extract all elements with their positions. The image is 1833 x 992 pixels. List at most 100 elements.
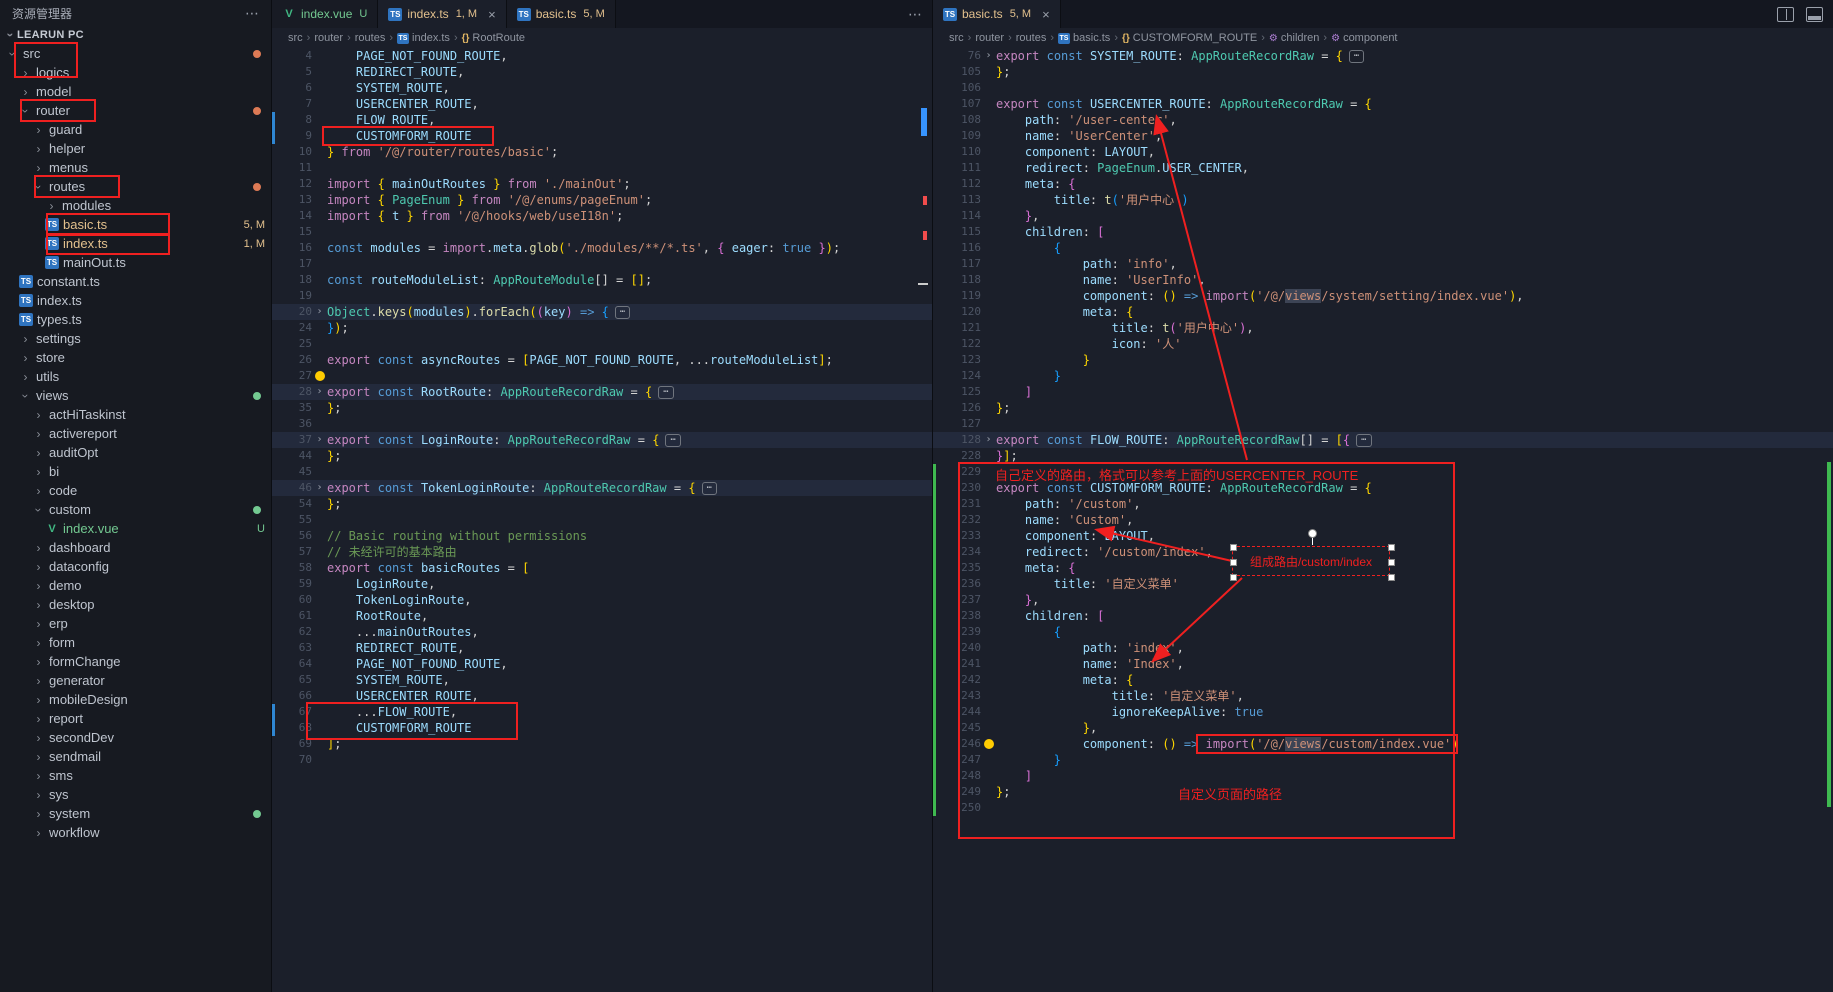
tree-item-report[interactable]: ›report <box>0 709 271 728</box>
code-text: export const USERCENTER_ROUTE: AppRouteR… <box>996 96 1833 112</box>
tree-item-constant.ts[interactable]: TSconstant.ts <box>0 272 271 291</box>
code-line: 61 RootRoute, <box>272 608 932 624</box>
breadcrumb-item-children[interactable]: ⚙children <box>1269 32 1320 44</box>
tree-item-logics[interactable]: ›logics <box>0 63 271 82</box>
folded-code-dots[interactable]: ⋯ <box>1356 434 1371 447</box>
close-icon[interactable]: × <box>1042 7 1050 22</box>
breadcrumb-item-component[interactable]: ⚙component <box>1331 32 1397 44</box>
tree-item-form[interactable]: ›form <box>0 633 271 652</box>
fold-icon[interactable]: › <box>981 432 996 448</box>
fold-icon[interactable]: › <box>312 304 327 320</box>
gutter-spacer <box>312 752 327 768</box>
tree-item-code[interactable]: ›code <box>0 481 271 500</box>
tree-item-basic.ts[interactable]: TSbasic.ts5, M <box>0 215 271 234</box>
breadcrumb-item-index.ts[interactable]: TSindex.ts <box>397 32 450 44</box>
tree-item-activereport[interactable]: ›activereport <box>0 424 271 443</box>
tree-item-label: store <box>36 350 65 365</box>
tree-item-index.vue[interactable]: Vindex.vueU <box>0 519 271 538</box>
gutter-spacer <box>981 304 996 320</box>
split-editor-icon[interactable] <box>1777 7 1794 22</box>
tree-item-formChange[interactable]: ›formChange <box>0 652 271 671</box>
gutter-spacer <box>981 672 996 688</box>
tree-item-erp[interactable]: ›erp <box>0 614 271 633</box>
breadcrumb-item-routes[interactable]: routes <box>1016 32 1047 44</box>
breadcrumb-item-src[interactable]: src <box>949 32 964 44</box>
tab-basic.ts[interactable]: TSbasic.ts5, M× <box>933 0 1061 28</box>
tree-item-bi[interactable]: ›bi <box>0 462 271 481</box>
tree-item-menus[interactable]: ›menus <box>0 158 271 177</box>
tree-item-src[interactable]: ›src <box>0 44 271 63</box>
line-number: 63 <box>278 640 312 656</box>
chevron-collapsed-icon: › <box>32 788 45 802</box>
tree-item-index.ts[interactable]: TSindex.ts <box>0 291 271 310</box>
close-icon[interactable]: × <box>488 7 496 22</box>
tree-item-routes[interactable]: ›routes <box>0 177 271 196</box>
breadcrumb-label: routes <box>1016 32 1047 44</box>
tree-item-custom[interactable]: ›custom <box>0 500 271 519</box>
code-line: 10} from '/@/router/routes/basic'; <box>272 144 932 160</box>
breadcrumb-item-router[interactable]: router <box>975 32 1004 44</box>
tree-item-guard[interactable]: ›guard <box>0 120 271 139</box>
code-area-middle[interactable]: 4 PAGE_NOT_FOUND_ROUTE,5 REDIRECT_ROUTE,… <box>272 48 932 992</box>
breadcrumb-item-basic.ts[interactable]: TSbasic.ts <box>1058 32 1110 44</box>
chevron-collapsed-icon: › <box>19 332 32 346</box>
tree-item-utils[interactable]: ›utils <box>0 367 271 386</box>
tab-index.ts[interactable]: TSindex.ts1, M× <box>378 0 506 28</box>
tree-item-dashboard[interactable]: ›dashboard <box>0 538 271 557</box>
tree-item-generator[interactable]: ›generator <box>0 671 271 690</box>
tree-item-auditOpt[interactable]: ›auditOpt <box>0 443 271 462</box>
tree-item-settings[interactable]: ›settings <box>0 329 271 348</box>
tree-item-dataconfig[interactable]: ›dataconfig <box>0 557 271 576</box>
tree-item-types.ts[interactable]: TStypes.ts <box>0 310 271 329</box>
tree-item-sendmail[interactable]: ›sendmail <box>0 747 271 766</box>
line-number: 55 <box>278 512 312 528</box>
tree-item-actHiTaskinst[interactable]: ›actHiTaskinst <box>0 405 271 424</box>
tree-item-router[interactable]: ›router <box>0 101 271 120</box>
tab-basic.ts[interactable]: TSbasic.ts5, M <box>507 0 616 28</box>
tree-item-index.ts[interactable]: TSindex.ts1, M <box>0 234 271 253</box>
explorer-more-icon[interactable]: ⋯ <box>245 5 259 22</box>
customize-layout-icon[interactable] <box>1806 7 1823 22</box>
gutter-spacer <box>981 480 996 496</box>
tree-item-demo[interactable]: ›demo <box>0 576 271 595</box>
folded-code-dots[interactable]: ⋯ <box>1349 50 1364 63</box>
tree-item-sms[interactable]: ›sms <box>0 766 271 785</box>
breadcrumb-item-RootRoute[interactable]: {}RootRoute <box>462 32 525 44</box>
tree-item-modules[interactable]: ›modules <box>0 196 271 215</box>
breadcrumbs-middle: src›router›routes›TSindex.ts›{}RootRoute <box>272 28 932 48</box>
tree-item-secondDev[interactable]: ›secondDev <box>0 728 271 747</box>
code-line: 235 meta: { <box>933 560 1833 576</box>
breadcrumb-item-routes[interactable]: routes <box>355 32 386 44</box>
tree-item-workflow[interactable]: ›workflow <box>0 823 271 842</box>
tree-item-helper[interactable]: ›helper <box>0 139 271 158</box>
tree-item-desktop[interactable]: ›desktop <box>0 595 271 614</box>
fold-icon[interactable]: › <box>312 480 327 496</box>
folded-code-dots[interactable]: ⋯ <box>658 386 673 399</box>
workspace-section-header[interactable]: › LEARUN PC <box>0 26 271 44</box>
tree-item-sys[interactable]: ›sys <box>0 785 271 804</box>
gutter-spacer <box>312 720 327 736</box>
editor-actions-more-icon[interactable]: ⋯ <box>908 6 922 23</box>
tree-item-model[interactable]: ›model <box>0 82 271 101</box>
fold-icon[interactable]: › <box>981 48 996 64</box>
code-text: meta: { <box>996 560 1833 576</box>
folded-code-dots[interactable]: ⋯ <box>615 306 630 319</box>
chevron-down-icon: › <box>4 29 18 42</box>
breadcrumb-item-src[interactable]: src <box>288 32 303 44</box>
breadcrumb-item-CUSTOMFORM_ROUTE[interactable]: {}CUSTOMFORM_ROUTE <box>1122 32 1257 44</box>
tree-item-mainOut.ts[interactable]: TSmainOut.ts <box>0 253 271 272</box>
breadcrumb-item-router[interactable]: router <box>314 32 343 44</box>
tree-item-system[interactable]: ›system <box>0 804 271 823</box>
folded-code-dots[interactable]: ⋯ <box>665 434 680 447</box>
fold-icon[interactable]: › <box>312 432 327 448</box>
tree-item-mobileDesign[interactable]: ›mobileDesign <box>0 690 271 709</box>
tree-item-store[interactable]: ›store <box>0 348 271 367</box>
code-area-right[interactable]: 76›export const SYSTEM_ROUTE: AppRouteRe… <box>933 48 1833 992</box>
folded-code-dots[interactable]: ⋯ <box>702 482 717 495</box>
tree-item-views[interactable]: ›views <box>0 386 271 405</box>
git-gutter <box>933 192 936 208</box>
tab-index.vue[interactable]: Vindex.vueU <box>272 0 378 28</box>
git-gutter-mod <box>272 128 275 144</box>
fold-icon[interactable]: › <box>312 384 327 400</box>
gutter-spacer <box>981 512 996 528</box>
